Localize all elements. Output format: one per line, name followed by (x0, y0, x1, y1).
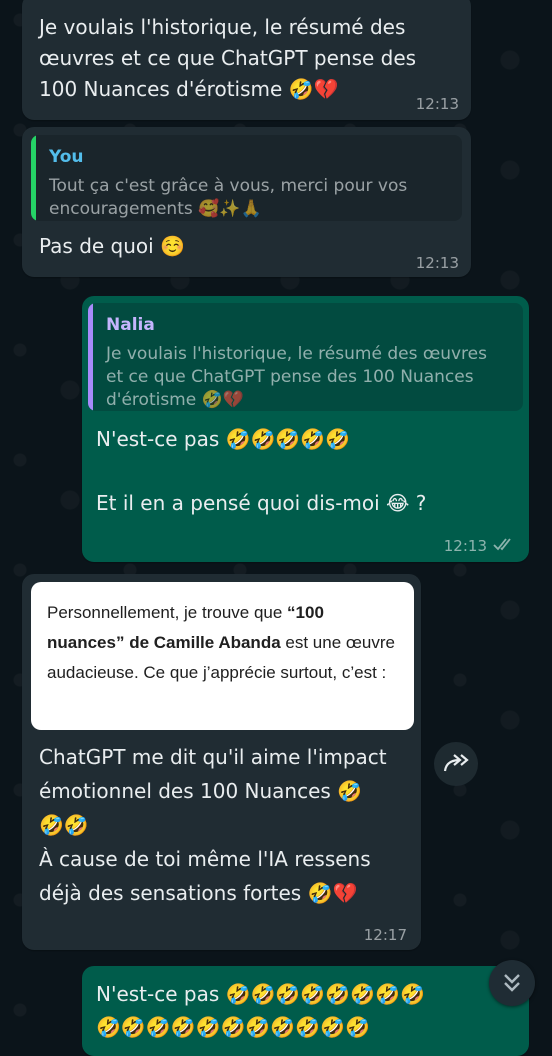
message-time: 12:13 (415, 254, 459, 272)
forward-button[interactable] (434, 742, 478, 786)
forward-arrow-icon (443, 754, 469, 772)
quoted-message[interactable]: Nalia Je voulais l'historique, le résumé… (88, 303, 523, 411)
incoming-reply-message[interactable]: You Tout ça c'est grâce à vous, merci po… (22, 127, 471, 277)
message-time: 12:13 (443, 537, 487, 555)
message-text: Je voulais l'historique, le résumé des œ… (39, 15, 417, 101)
double-chevron-down-icon (504, 974, 520, 992)
incoming-message[interactable]: Je voulais l'historique, le résumé des œ… (22, 0, 471, 120)
incoming-image-message[interactable]: Personnellement, je trouve que “100 nuan… (22, 574, 421, 950)
message-text-line-1: N'est-ce pas 🤣🤣🤣🤣🤣 (96, 427, 351, 451)
quoted-message[interactable]: You Tout ça c'est grâce à vous, merci po… (31, 135, 462, 221)
message-text-line-2: Et il en a pensé quoi dis-moi 😂 ? (96, 491, 427, 515)
message-text: Pas de quoi ☺️ (39, 234, 185, 258)
message-text: ChatGPT me dit qu'il aime l'impact émoti… (39, 745, 387, 905)
message-text-line-2: 🤣🤣🤣🤣🤣🤣🤣🤣🤣🤣🤣 (96, 1015, 370, 1039)
message-text-line-1: N'est-ce pas 🤣🤣🤣🤣🤣🤣🤣🤣 (96, 982, 425, 1006)
quote-text: Je voulais l'historique, le résumé des œ… (106, 344, 487, 410)
card-text-part1: Personnellement, je trouve que (47, 603, 288, 622)
quote-author: Nalia (106, 315, 155, 335)
outgoing-message[interactable]: N'est-ce pas 🤣🤣🤣🤣🤣🤣🤣🤣 🤣🤣🤣🤣🤣🤣🤣🤣🤣🤣🤣 (82, 966, 529, 1056)
quote-bar (88, 303, 93, 411)
outgoing-reply-message[interactable]: Nalia Je voulais l'historique, le résumé… (82, 296, 529, 562)
message-time: 12:17 (363, 926, 407, 944)
double-check-icon (493, 536, 517, 552)
scroll-to-bottom-button[interactable] (489, 960, 535, 1006)
message-time: 12:13 (415, 95, 459, 113)
quote-bar (31, 135, 36, 221)
screenshot-card[interactable]: Personnellement, je trouve que “100 nuan… (31, 582, 414, 730)
quote-text: Tout ça c'est grâce à vous, merci pour v… (49, 176, 408, 219)
card-text: Personnellement, je trouve que “100 nuan… (47, 598, 399, 688)
quote-author: You (49, 147, 84, 167)
